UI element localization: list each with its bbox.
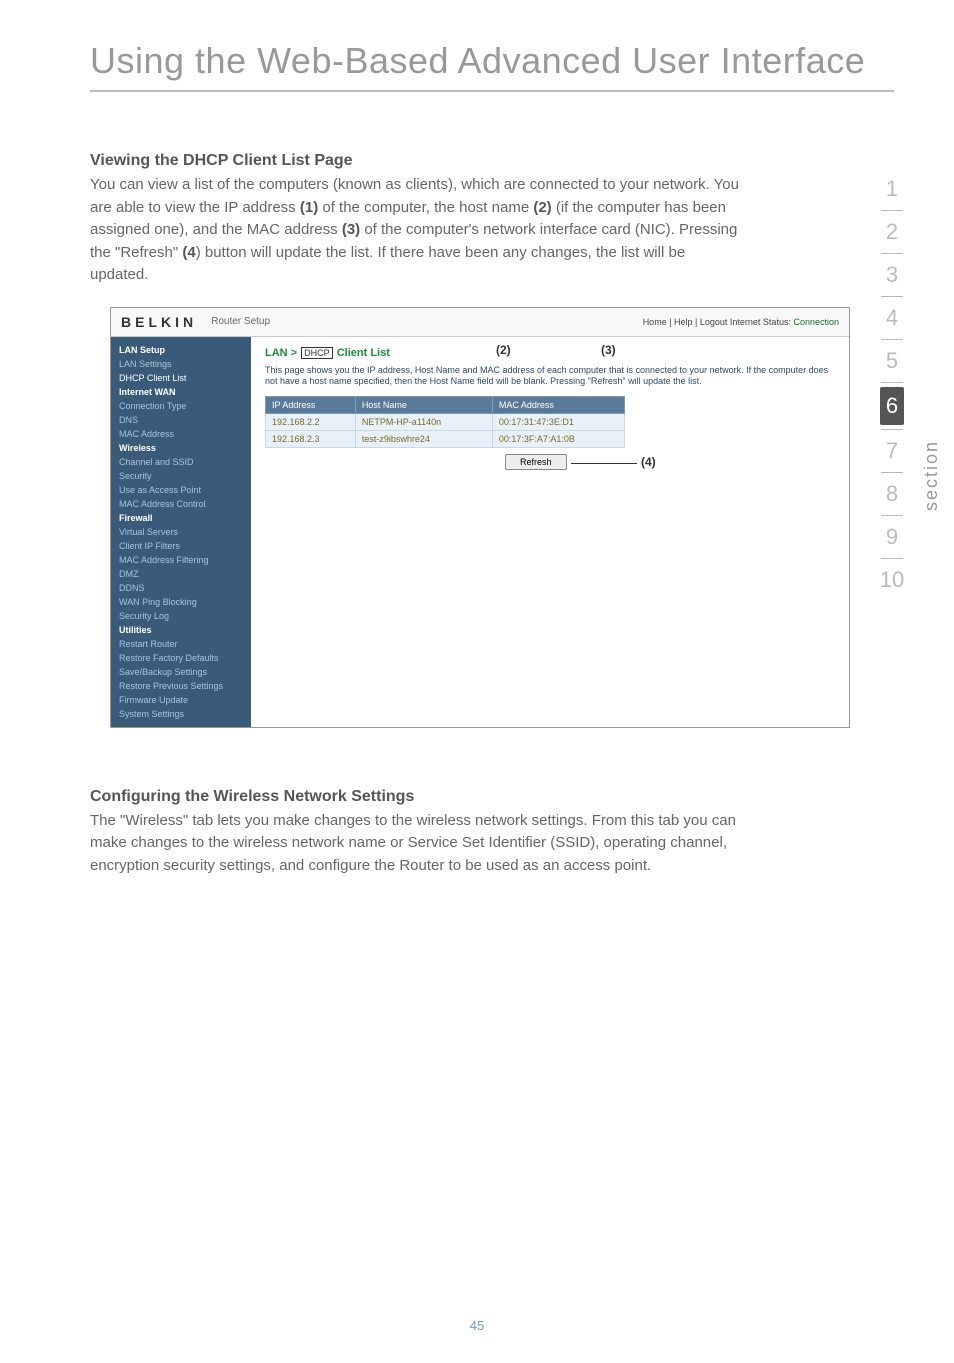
nav-sep xyxy=(881,515,903,516)
page-number: 45 xyxy=(0,1318,954,1333)
sidebar-group-wan: Internet WAN xyxy=(111,385,251,399)
th-mac: MAC Address xyxy=(492,396,624,413)
cell-mac: 00:17:3F:A7:A1:0B xyxy=(492,430,624,447)
sidebar-item-security-log[interactable]: Security Log xyxy=(111,609,251,623)
title-rule xyxy=(90,90,894,92)
annotation-4: (4) xyxy=(641,455,656,469)
table-header-row: IP Address Host Name MAC Address xyxy=(266,396,625,413)
main-content: Viewing the DHCP Client List Page You ca… xyxy=(0,152,800,877)
annotation-2: (2) xyxy=(496,343,511,357)
annotation-4-line xyxy=(571,463,637,464)
table-row: 192.168.2.2 NETPM-HP-a1140n 00:17:31:47:… xyxy=(266,413,625,430)
callout-4: (4 xyxy=(182,244,195,261)
sidebar: LAN Setup LAN Settings DHCP Client List … xyxy=(111,337,251,727)
nav-sep xyxy=(881,558,903,559)
nav-7[interactable]: 7 xyxy=(872,432,912,470)
page-description: This page shows you the IP address, Host… xyxy=(265,365,835,388)
cell-ip: 192.168.2.3 xyxy=(266,430,356,447)
sidebar-item-dmz[interactable]: DMZ xyxy=(111,567,251,581)
heading-dhcp-client-list: Viewing the DHCP Client List Page xyxy=(90,152,740,170)
nav-5[interactable]: 5 xyxy=(872,342,912,380)
sidebar-item-lan-settings[interactable]: LAN Settings xyxy=(111,357,251,371)
sidebar-item-system-settings[interactable]: System Settings xyxy=(111,707,251,721)
nav-sep xyxy=(881,339,903,340)
paragraph-wireless-settings: The "Wireless" tab lets you make changes… xyxy=(90,810,740,878)
heading-wireless-settings: Configuring the Wireless Network Setting… xyxy=(90,788,740,806)
section-nav: 1 2 3 4 5 6 7 8 9 10 xyxy=(872,170,912,599)
status-bar: Home | Help | Logout Internet Status: Co… xyxy=(643,317,839,327)
nav-sep xyxy=(881,472,903,473)
nav-3[interactable]: 3 xyxy=(872,256,912,294)
sidebar-item-client-ip-filters[interactable]: Client IP Filters xyxy=(111,539,251,553)
annotation-3: (3) xyxy=(601,343,616,357)
sidebar-item-dhcp-client-list[interactable]: DHCP Client List xyxy=(111,371,251,385)
client-table: IP Address Host Name MAC Address 192.168… xyxy=(265,396,625,448)
cell-host: NETPM-HP-a1140n xyxy=(355,413,492,430)
sidebar-item-mac-filtering[interactable]: MAC Address Filtering xyxy=(111,553,251,567)
callout-2: (2) xyxy=(533,199,551,216)
sidebar-item-restore-defaults[interactable]: Restore Factory Defaults xyxy=(111,651,251,665)
callout-1: (1) xyxy=(300,199,318,216)
app-body: LAN Setup LAN Settings DHCP Client List … xyxy=(111,337,849,727)
app-header: BELKIN Router Setup Home | Help | Logout… xyxy=(111,308,849,337)
router-setup-screenshot: BELKIN Router Setup Home | Help | Logout… xyxy=(110,307,850,728)
cell-mac: 00:17:31:47:3E:D1 xyxy=(492,413,624,430)
sidebar-item-firmware[interactable]: Firmware Update xyxy=(111,693,251,707)
sidebar-item-wan-ping[interactable]: WAN Ping Blocking xyxy=(111,595,251,609)
nav-sep xyxy=(881,429,903,430)
page-title: Using the Web-Based Advanced User Interf… xyxy=(0,0,954,90)
th-ip: IP Address xyxy=(266,396,356,413)
nav-10[interactable]: 10 xyxy=(872,561,912,599)
nav-4[interactable]: 4 xyxy=(872,299,912,337)
belkin-logo: BELKIN xyxy=(121,314,197,330)
crumb-client-list: Client List xyxy=(334,347,390,359)
sidebar-group-wireless: Wireless xyxy=(111,441,251,455)
sidebar-group-lan: LAN Setup xyxy=(111,343,251,357)
sidebar-item-virtual-servers[interactable]: Virtual Servers xyxy=(111,525,251,539)
sidebar-item-restart[interactable]: Restart Router xyxy=(111,637,251,651)
nav-sep xyxy=(881,296,903,297)
app-main: LAN > DHCP Client List (2) (3) This page… xyxy=(251,337,849,727)
refresh-button[interactable]: Refresh xyxy=(505,454,567,470)
sidebar-item-ddns[interactable]: DDNS xyxy=(111,581,251,595)
paragraph-dhcp-client-list: You can view a list of the computers (kn… xyxy=(90,174,740,287)
sidebar-group-utilities: Utilities xyxy=(111,623,251,637)
sidebar-group-firewall: Firewall xyxy=(111,511,251,525)
sidebar-item-channel-ssid[interactable]: Channel and SSID xyxy=(111,455,251,469)
nav-sep xyxy=(881,253,903,254)
nav-9[interactable]: 9 xyxy=(872,518,912,556)
nav-sep xyxy=(881,210,903,211)
th-host: Host Name xyxy=(355,396,492,413)
sidebar-item-security[interactable]: Security xyxy=(111,469,251,483)
app-subtitle: Router Setup xyxy=(211,316,270,327)
text: of the computer, the host name xyxy=(318,199,533,216)
status-links[interactable]: Home | Help | Logout Internet Status: xyxy=(643,317,794,327)
sidebar-item-save-backup[interactable]: Save/Backup Settings xyxy=(111,665,251,679)
sidebar-item-restore-previous[interactable]: Restore Previous Settings xyxy=(111,679,251,693)
table-row: 192.168.2.3 test-z9ibswhre24 00:17:3F:A7… xyxy=(266,430,625,447)
nav-2[interactable]: 2 xyxy=(872,213,912,251)
cell-host: test-z9ibswhre24 xyxy=(355,430,492,447)
breadcrumb: LAN > DHCP Client List xyxy=(265,347,835,359)
section-label: section xyxy=(921,440,942,511)
sidebar-item-mac-address[interactable]: MAC Address xyxy=(111,427,251,441)
sidebar-item-mac-control[interactable]: MAC Address Control xyxy=(111,497,251,511)
sidebar-item-access-point[interactable]: Use as Access Point xyxy=(111,483,251,497)
callout-3: (3) xyxy=(342,221,360,238)
nav-8[interactable]: 8 xyxy=(872,475,912,513)
nav-1[interactable]: 1 xyxy=(872,170,912,208)
sidebar-item-dns[interactable]: DNS xyxy=(111,413,251,427)
sidebar-item-connection-type[interactable]: Connection Type xyxy=(111,399,251,413)
nav-sep xyxy=(881,382,903,383)
refresh-wrap: Refresh xyxy=(505,454,835,470)
internet-status-value: Connection xyxy=(793,317,839,327)
cell-ip: 192.168.2.2 xyxy=(266,413,356,430)
crumb-lan: LAN > xyxy=(265,347,300,359)
nav-6-active[interactable]: 6 xyxy=(880,387,904,425)
crumb-box-dhcp: DHCP xyxy=(301,347,333,359)
